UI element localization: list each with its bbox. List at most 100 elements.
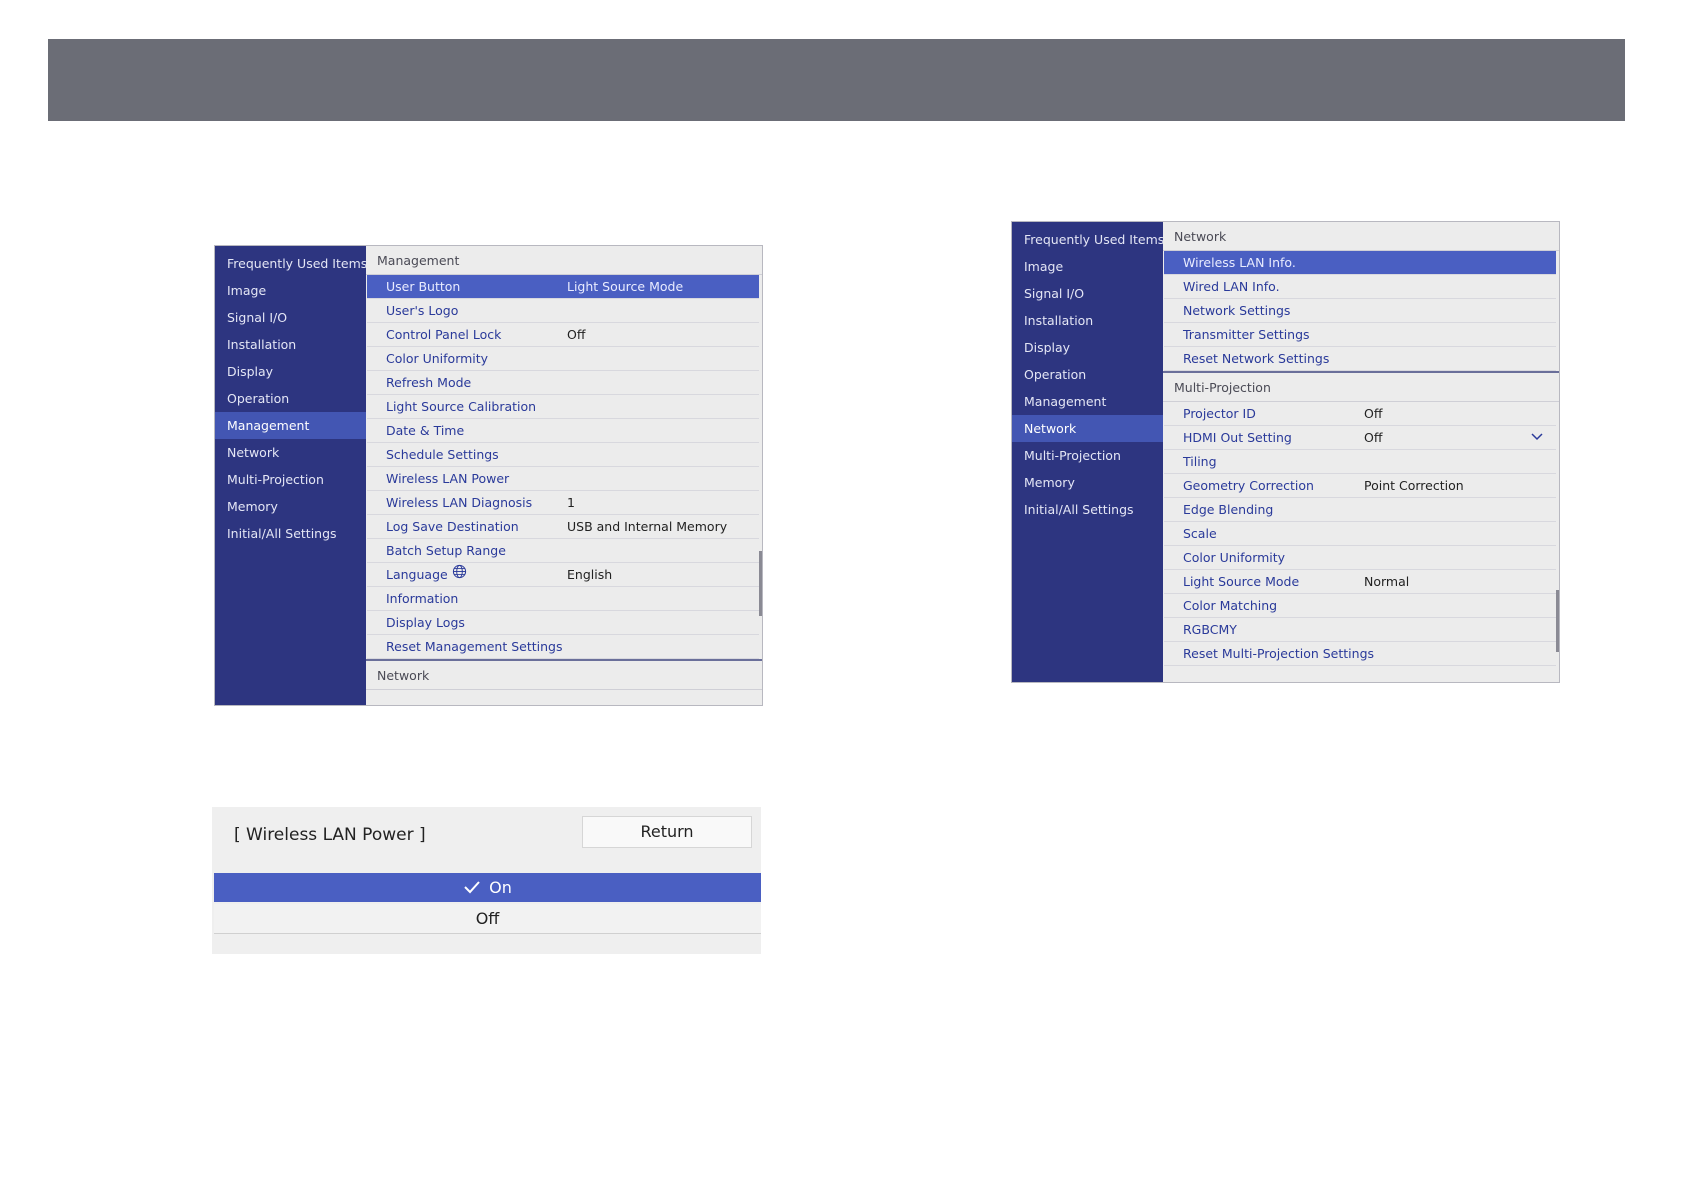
sidebar-item-signal-i-o[interactable]: Signal I/O	[215, 304, 366, 331]
menu-row-batch-setup-range[interactable]: Batch Setup Range	[367, 539, 759, 563]
row-label: Projector ID	[1183, 406, 1256, 421]
sidebar-item-network[interactable]: Network	[215, 439, 366, 466]
wireless-lan-power-dialog: [ Wireless LAN Power ] Return On Off	[212, 807, 761, 954]
row-label: Reset Multi-Projection Settings	[1183, 646, 1375, 661]
menu-row-reset-multi-projection-settings[interactable]: Reset Multi-Projection Settings	[1164, 642, 1556, 666]
menu-row-user-s-logo[interactable]: User's Logo	[367, 299, 759, 323]
menu-row-reset-management-settings[interactable]: Reset Management Settings	[367, 635, 759, 659]
menu-row-schedule-settings[interactable]: Schedule Settings	[367, 443, 759, 467]
sidebar-item-network[interactable]: Network	[1012, 415, 1163, 442]
menu-row-color-uniformity[interactable]: Color Uniformity	[367, 347, 759, 371]
menu-row-wireless-lan-power[interactable]: Wireless LAN Power	[367, 467, 759, 491]
menu-row-log-save-destination[interactable]: Log Save Destination USB and Internal Mem…	[367, 515, 759, 539]
row-label: Reset Network Settings	[1183, 351, 1330, 366]
row-label: Log Save Destination	[386, 519, 519, 534]
sidebar-item-signal-i-o[interactable]: Signal I/O	[1012, 280, 1163, 307]
menu-row-scale[interactable]: Scale	[1164, 522, 1556, 546]
management-menu: Frequently Used Items Image Signal I/O Inst…	[214, 245, 763, 706]
sidebar-item-multi-projection[interactable]: Multi-Projection	[215, 466, 366, 493]
menu-row-network-settings[interactable]: Network Settings	[1164, 299, 1556, 323]
row-label: Batch Setup Range	[386, 543, 506, 558]
row-label: Light Source Mode	[1183, 574, 1300, 589]
sidebar-item-memory[interactable]: Memory	[215, 493, 366, 520]
sidebar-item-installation[interactable]: Installation	[1012, 307, 1163, 334]
sidebar-item-initial-all-settings[interactable]: Initial/All Settings	[1012, 496, 1163, 523]
section-header-multi-projection: Multi-Projection	[1163, 371, 1559, 402]
row-label: User's Logo	[386, 303, 459, 318]
row-label: Geometry Correction	[1183, 478, 1314, 493]
row-label: HDMI Out Setting	[1183, 430, 1292, 445]
menu-row-display-logs[interactable]: Display Logs	[367, 611, 759, 635]
row-label: Information	[386, 591, 459, 606]
row-label: Color Uniformity	[386, 351, 489, 366]
row-label: Wireless LAN Diagnosis	[386, 495, 533, 510]
row-label: Network Settings	[1183, 303, 1291, 318]
menu-row-light-source-mode[interactable]: Light Source Mode Normal	[1164, 570, 1556, 594]
row-label: RGBCMY	[1183, 622, 1237, 637]
menu-scrollbar[interactable]	[759, 551, 762, 616]
menu-row-partial[interactable]	[367, 690, 759, 702]
menu-row-transmitter-settings[interactable]: Transmitter Settings	[1164, 323, 1556, 347]
row-value: 1	[567, 495, 575, 510]
sidebar-item-image[interactable]: Image	[215, 277, 366, 304]
row-label: Schedule Settings	[386, 447, 499, 462]
row-label: Color Matching	[1183, 598, 1278, 613]
sidebar-item-management[interactable]: Management	[1012, 388, 1163, 415]
menu-row-control-panel-lock[interactable]: Control Panel Lock Off	[367, 323, 759, 347]
menu-row-rgbcmy[interactable]: RGBCMY	[1164, 618, 1556, 642]
sidebar-item-operation[interactable]: Operation	[1012, 361, 1163, 388]
sidebar-item-display[interactable]: Display	[215, 358, 366, 385]
row-label: Wireless LAN Info.	[1183, 255, 1296, 270]
globe-icon	[452, 563, 467, 586]
menu-scrollbar[interactable]	[1556, 590, 1559, 652]
row-label: Tiling	[1183, 454, 1217, 469]
menu-row-wireless-lan-diagnosis[interactable]: Wireless LAN Diagnosis 1	[367, 491, 759, 515]
menu-sidebar: Frequently Used Items Image Signal I/O Inst…	[215, 246, 367, 705]
row-label: Reset Management Settings	[386, 639, 563, 654]
menu-row-hdmi-out-setting[interactable]: HDMI Out Setting Off	[1164, 426, 1556, 450]
menu-row-date-time[interactable]: Date & Time	[367, 419, 759, 443]
row-label: Display Logs	[386, 615, 465, 630]
option-off[interactable]: Off	[214, 904, 761, 934]
sidebar-item-operation[interactable]: Operation	[215, 385, 366, 412]
sidebar-item-memory[interactable]: Memory	[1012, 469, 1163, 496]
sidebar-item-image[interactable]: Image	[1012, 253, 1163, 280]
menu-row-light-source-calibration[interactable]: Light Source Calibration	[367, 395, 759, 419]
menu-row-wired-lan-info[interactable]: Wired LAN Info.	[1164, 275, 1556, 299]
menu-row-color-matching[interactable]: Color Matching	[1164, 594, 1556, 618]
row-value: Off	[567, 327, 586, 342]
sidebar-item-management[interactable]: Management	[215, 412, 366, 439]
sidebar-item-installation[interactable]: Installation	[215, 331, 366, 358]
sidebar-item-initial-all-settings[interactable]: Initial/All Settings	[215, 520, 366, 547]
sidebar-item-frequently-used-items[interactable]: Frequently Used Items	[215, 250, 367, 277]
menu-row-wireless-lan-info[interactable]: Wireless LAN Info.	[1164, 251, 1556, 275]
menu-row-color-uniformity[interactable]: Color Uniformity	[1164, 546, 1556, 570]
row-value: Off	[1364, 430, 1383, 445]
menu-row-user-button[interactable]: User Button Light Source Mode	[367, 275, 759, 299]
management-rows: User Button Light Source Mode User's Logo C…	[366, 275, 762, 659]
top-banner	[48, 39, 1625, 121]
return-button[interactable]: Return	[582, 816, 752, 848]
menu-row-reset-network-settings[interactable]: Reset Network Settings	[1164, 347, 1556, 371]
row-value: Light Source Mode	[567, 279, 684, 294]
menu-row-edge-blending[interactable]: Edge Blending	[1164, 498, 1556, 522]
row-label: Color Uniformity	[1183, 550, 1286, 565]
network-menu: Frequently Used Items Image Signal I/O Inst…	[1011, 221, 1560, 683]
option-on[interactable]: On	[214, 873, 761, 902]
multi-projection-rows: Projector ID Off HDMI Out Setting Off Tiling…	[1163, 402, 1559, 666]
row-value: Point Correction	[1364, 478, 1464, 493]
option-label: Off	[475, 909, 500, 928]
menu-row-tiling[interactable]: Tiling	[1164, 450, 1556, 474]
menu-row-refresh-mode[interactable]: Refresh Mode	[367, 371, 759, 395]
sidebar-item-display[interactable]: Display	[1012, 334, 1163, 361]
menu-sidebar: Frequently Used Items Image Signal I/O Inst…	[1012, 222, 1164, 682]
menu-row-information[interactable]: Information	[367, 587, 759, 611]
menu-row-geometry-correction[interactable]: Geometry Correction Point Correction	[1164, 474, 1556, 498]
sidebar-item-multi-projection[interactable]: Multi-Projection	[1012, 442, 1163, 469]
section-header-network: Network	[1163, 222, 1559, 251]
sidebar-item-frequently-used-items[interactable]: Frequently Used Items	[1012, 226, 1164, 253]
dialog-title: [ Wireless LAN Power ]	[234, 825, 426, 845]
row-label: Control Panel Lock	[386, 327, 502, 342]
menu-row-projector-id[interactable]: Projector ID Off	[1164, 402, 1556, 426]
menu-row-language[interactable]: Language English	[367, 563, 759, 587]
